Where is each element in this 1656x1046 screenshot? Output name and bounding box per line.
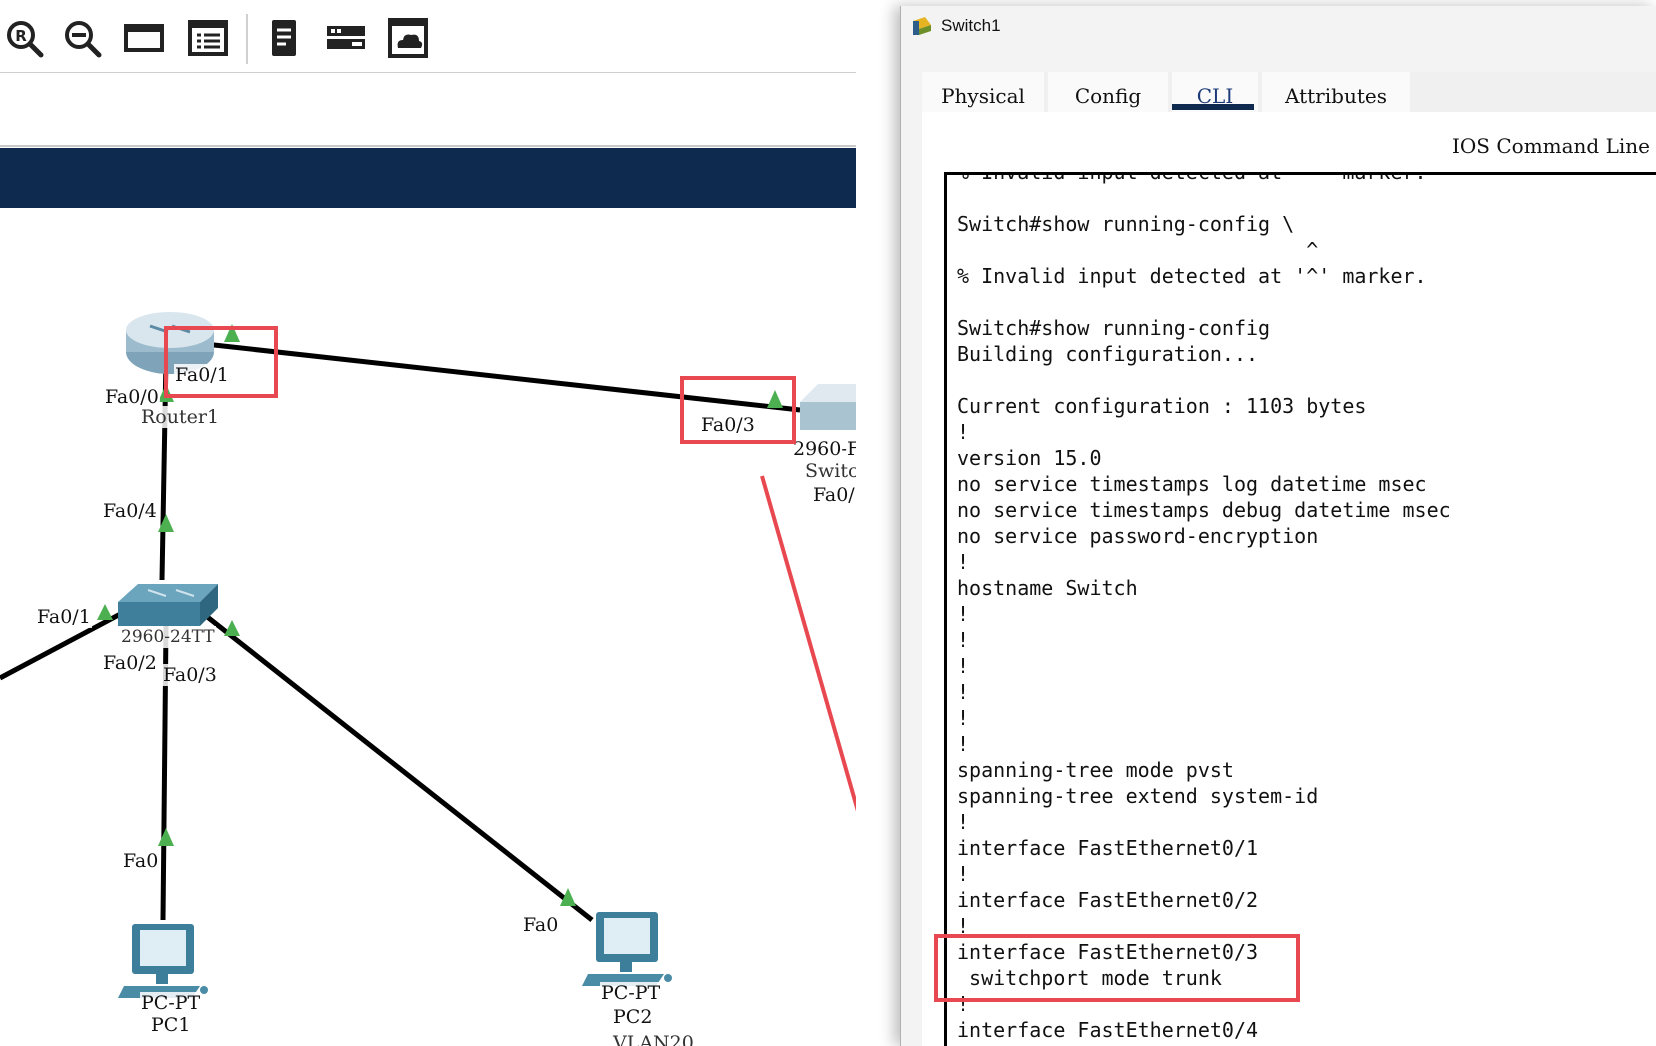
- link-up-indicator: [158, 514, 174, 532]
- pc2-name-label: PC2: [612, 1006, 654, 1028]
- switch1-device[interactable]: [800, 384, 856, 430]
- pc1-fa0-label: Fa0: [122, 850, 160, 872]
- logical-workspace[interactable]: Fa0/1 Fa0/0 Router1 Fa0/3 2960- Fa0/ Swi…: [0, 208, 856, 1046]
- pc1-name-label: PC1: [150, 1014, 192, 1036]
- main-toolbar: R: [0, 0, 856, 73]
- highlight-trunk-config: [934, 934, 1300, 1002]
- cli-line: !: [957, 706, 970, 730]
- switch0-device[interactable]: [118, 584, 218, 626]
- cli-line: [957, 185, 1451, 211]
- cli-line: Switch#show running-config \: [957, 212, 1295, 236]
- switch1-fa01-label: Fa0/1: [812, 484, 856, 506]
- window-title: Switch1: [941, 16, 1001, 35]
- cli-console[interactable]: % Invalid input detected at '^' marker. S…: [944, 172, 1656, 1046]
- cli-line: !: [957, 602, 970, 626]
- cli-line: interface FastEthernet0/4: [957, 1018, 1259, 1042]
- cli-line: spanning-tree mode pvst: [957, 758, 1234, 782]
- cli-line: Current configuration : 1103 bytes: [957, 394, 1367, 418]
- cli-line: interface FastEthernet0/1: [957, 836, 1259, 860]
- cli-line: version 15.0: [957, 446, 1102, 470]
- cli-line: no service timestamps debug datetime mse…: [957, 498, 1451, 522]
- switch0-fa01-label: Fa0/1: [36, 606, 92, 628]
- list-icon[interactable]: [188, 18, 228, 58]
- router-name-label: Router1: [140, 406, 221, 428]
- secondary-toolbar: [0, 73, 856, 147]
- toolbar-separator: [246, 14, 248, 64]
- pc1-model-label: PC-PT: [140, 992, 202, 1014]
- zoom-out-icon[interactable]: [62, 18, 102, 58]
- link-up-indicator: [158, 828, 174, 846]
- switch0-fa02-label: Fa0/2: [102, 652, 158, 674]
- switch0-fa03-label: Fa0/3: [162, 664, 218, 686]
- cloud-icon[interactable]: [388, 18, 428, 58]
- cli-line: !: [957, 654, 970, 678]
- svg-text:R: R: [15, 27, 27, 45]
- cli-line: hostname Switch: [957, 576, 1138, 600]
- cli-line: [957, 289, 1451, 315]
- cli-line: % Invalid input detected at '^' marker.: [957, 172, 1427, 184]
- window-icon[interactable]: [124, 18, 164, 58]
- cli-line: Building configuration...: [957, 342, 1259, 366]
- pc2-fa0-label: Fa0: [522, 914, 560, 936]
- cli-line: !: [957, 732, 970, 756]
- cli-line: !: [957, 628, 970, 652]
- pc2-vlan-label: VLAN20: [612, 1032, 695, 1046]
- active-tab-indicator: [1172, 104, 1254, 110]
- ios-command-line-title: IOS Command Line I: [1452, 134, 1656, 158]
- switch1-fa0-label: Fa0/: [846, 438, 856, 460]
- link-up-indicator: [224, 620, 240, 636]
- cli-line: !: [957, 550, 970, 574]
- router-fa00-label: Fa0/0: [104, 386, 160, 408]
- cli-line: Switch#show running-config: [957, 316, 1271, 340]
- cli-line: interface FastEthernet0/2: [957, 888, 1259, 912]
- zoom-reset-icon[interactable]: R: [4, 18, 44, 58]
- highlight-switch1-fa03: [680, 376, 796, 444]
- document-icon[interactable]: [264, 18, 304, 58]
- link-up-indicator: [97, 604, 113, 620]
- cli-line: !: [957, 420, 970, 444]
- highlight-router-fa01: [164, 326, 278, 398]
- cli-line: !: [957, 810, 970, 834]
- cli-output: % Invalid input detected at '^' marker. S…: [957, 172, 1451, 1043]
- cli-line: % Invalid input detected at '^' marker.: [957, 264, 1427, 288]
- switch0-model-label: 2960-24TT: [120, 626, 216, 648]
- pc1-device[interactable]: [118, 924, 208, 998]
- packet-tracer-icon: [911, 15, 933, 37]
- cli-line: [957, 367, 1451, 393]
- window-titlebar[interactable]: Switch1: [901, 6, 1656, 46]
- annotation-arrow: [760, 475, 856, 812]
- link-switch0-pc2[interactable]: [194, 606, 594, 922]
- cli-line: !: [957, 680, 970, 704]
- cli-line: ^: [957, 238, 1319, 262]
- cli-line: no service timestamps log datetime msec: [957, 472, 1427, 496]
- switch1-name-label: Switch1: [804, 460, 856, 482]
- cli-line: !: [957, 862, 970, 886]
- device-icon[interactable]: [326, 18, 366, 58]
- switch0-fa04-label: Fa0/4: [102, 500, 158, 522]
- pc2-model-label: PC-PT: [600, 982, 662, 1004]
- workspace-header-band: [0, 148, 856, 208]
- cli-line: no service password-encryption: [957, 524, 1319, 548]
- pc2-device[interactable]: [582, 912, 672, 986]
- switch1-model-label: 2960-: [792, 438, 849, 460]
- cli-line: spanning-tree extend system-id: [957, 784, 1319, 808]
